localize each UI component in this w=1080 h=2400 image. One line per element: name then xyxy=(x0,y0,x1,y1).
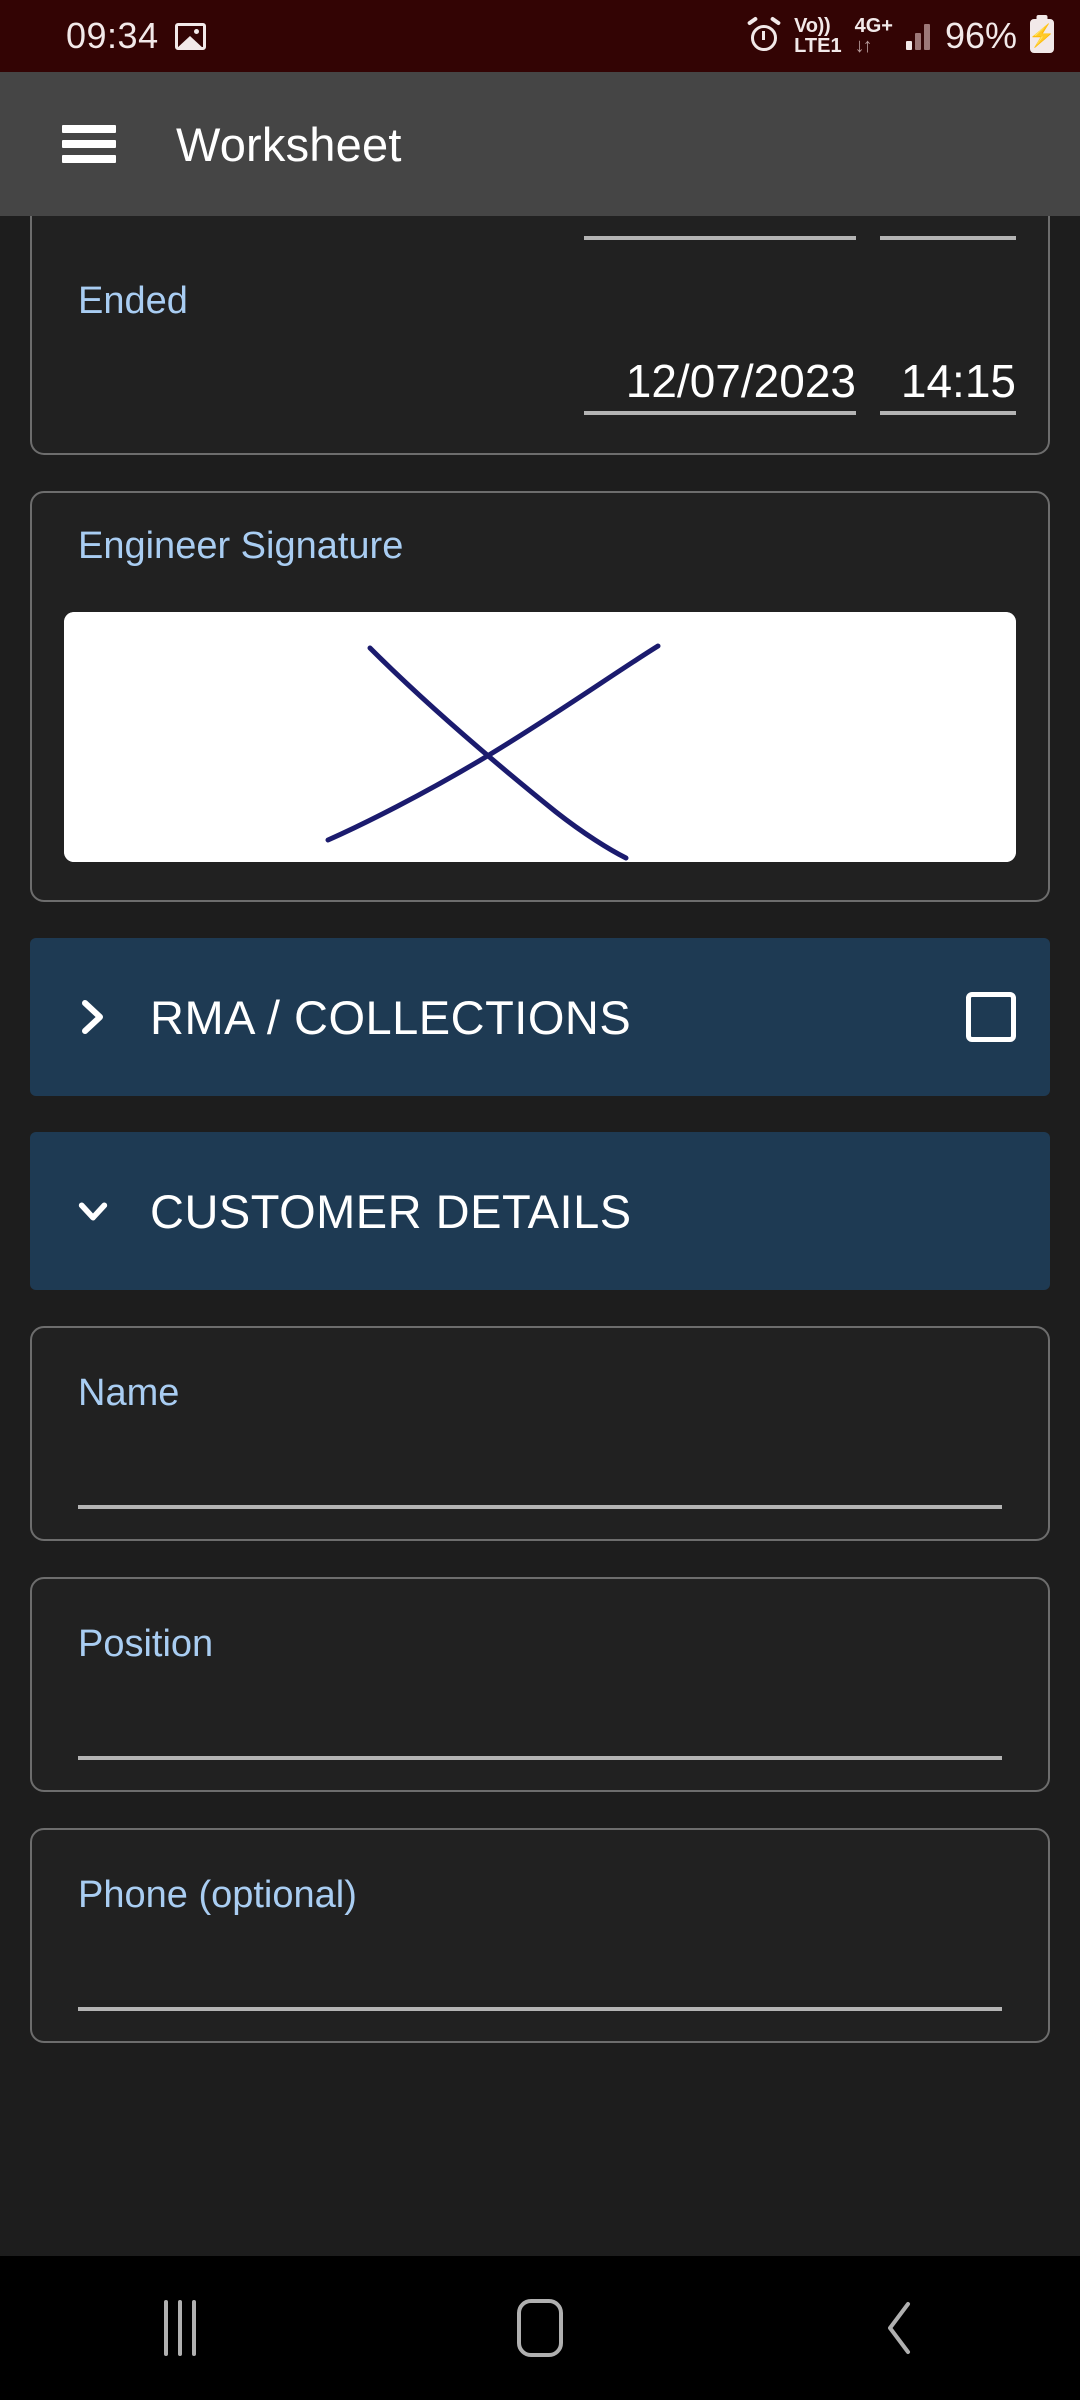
engineer-signature-label: Engineer Signature xyxy=(78,525,404,568)
back-icon xyxy=(880,2298,920,2358)
back-button[interactable] xyxy=(810,2256,990,2400)
page-title: Worksheet xyxy=(176,117,402,171)
network-type-label: 4G+ xyxy=(854,15,893,37)
section-title-customer-details: CUSTOMER DETAILS xyxy=(150,1184,632,1238)
system-navigation-bar xyxy=(0,2256,1080,2400)
customer-position-card: Position xyxy=(30,1577,1050,1793)
alarm-icon xyxy=(747,16,782,53)
battery-percent-label: 96% xyxy=(944,15,1017,56)
volte-line-2: LTE1 xyxy=(794,35,842,57)
engineer-signature-card: Engineer Signature xyxy=(30,491,1050,903)
status-bar-right: Vo)) LTE1 4G+ ↓↑ 96% ⚡ xyxy=(747,15,1056,57)
volte-indicator: Vo)) LTE1 xyxy=(794,16,841,56)
customer-position-input[interactable] xyxy=(78,1754,1002,1761)
status-bar-left: 09:34 xyxy=(66,15,206,57)
hamburger-menu-icon[interactable] xyxy=(62,125,116,163)
section-header-customer-details[interactable]: CUSTOMER DETAILS xyxy=(30,1132,1050,1291)
ended-label: Ended xyxy=(78,280,188,322)
battery-charging-icon: ⚡ xyxy=(1028,19,1056,53)
network-indicator: 4G+ ↓↑ xyxy=(855,16,893,56)
volte-line-1: Vo)) xyxy=(794,15,831,37)
customer-name-label: Name xyxy=(78,1372,180,1415)
phone-screen: 09:34 Vo)) LTE1 4G+ ↓↑ 96% ⚡ Worksheet E… xyxy=(0,0,1080,2400)
previous-row-underlines xyxy=(32,216,1048,240)
ended-date-input[interactable]: 12/07/2023 xyxy=(584,357,856,416)
section-title-rma-collections: RMA / COLLECTIONS xyxy=(150,990,632,1044)
status-clock: 09:34 xyxy=(66,15,159,56)
image-icon xyxy=(174,22,206,50)
ended-value-row: 12/07/2023 14:15 xyxy=(32,323,1048,416)
customer-position-label: Position xyxy=(78,1623,214,1666)
signal-bars-icon xyxy=(905,22,930,50)
customer-name-input[interactable] xyxy=(78,1503,1002,1510)
ended-time-input[interactable]: 14:15 xyxy=(880,357,1016,416)
app-bar: Worksheet xyxy=(0,72,1080,216)
home-button[interactable] xyxy=(450,2256,630,2400)
chevron-right-icon xyxy=(76,997,110,1037)
data-transfer-arrows: ↓↑ xyxy=(854,35,873,57)
customer-name-card: Name xyxy=(30,1326,1050,1542)
section-header-rma-collections[interactable]: RMA / COLLECTIONS xyxy=(30,938,1050,1097)
ended-card: Ended 12/07/2023 14:15 xyxy=(30,216,1050,456)
rma-collections-checkbox[interactable] xyxy=(966,992,1016,1043)
recents-button[interactable] xyxy=(90,2256,270,2400)
status-bar: 09:34 Vo)) LTE1 4G+ ↓↑ 96% ⚡ xyxy=(0,0,1080,72)
customer-phone-card: Phone (optional) xyxy=(30,1828,1050,2044)
customer-phone-input[interactable] xyxy=(78,2005,1002,2012)
chevron-down-icon xyxy=(76,1197,110,1225)
previous-date-underline[interactable] xyxy=(584,236,856,240)
signature-pad[interactable] xyxy=(64,612,1016,863)
previous-time-underline[interactable] xyxy=(880,236,1016,240)
customer-phone-label: Phone (optional) xyxy=(78,1874,357,1917)
home-icon xyxy=(517,2299,563,2357)
worksheet-scroll-area[interactable]: Ended 12/07/2023 14:15 Engineer Signatur… xyxy=(0,216,1080,2256)
recents-icon xyxy=(164,2300,196,2356)
